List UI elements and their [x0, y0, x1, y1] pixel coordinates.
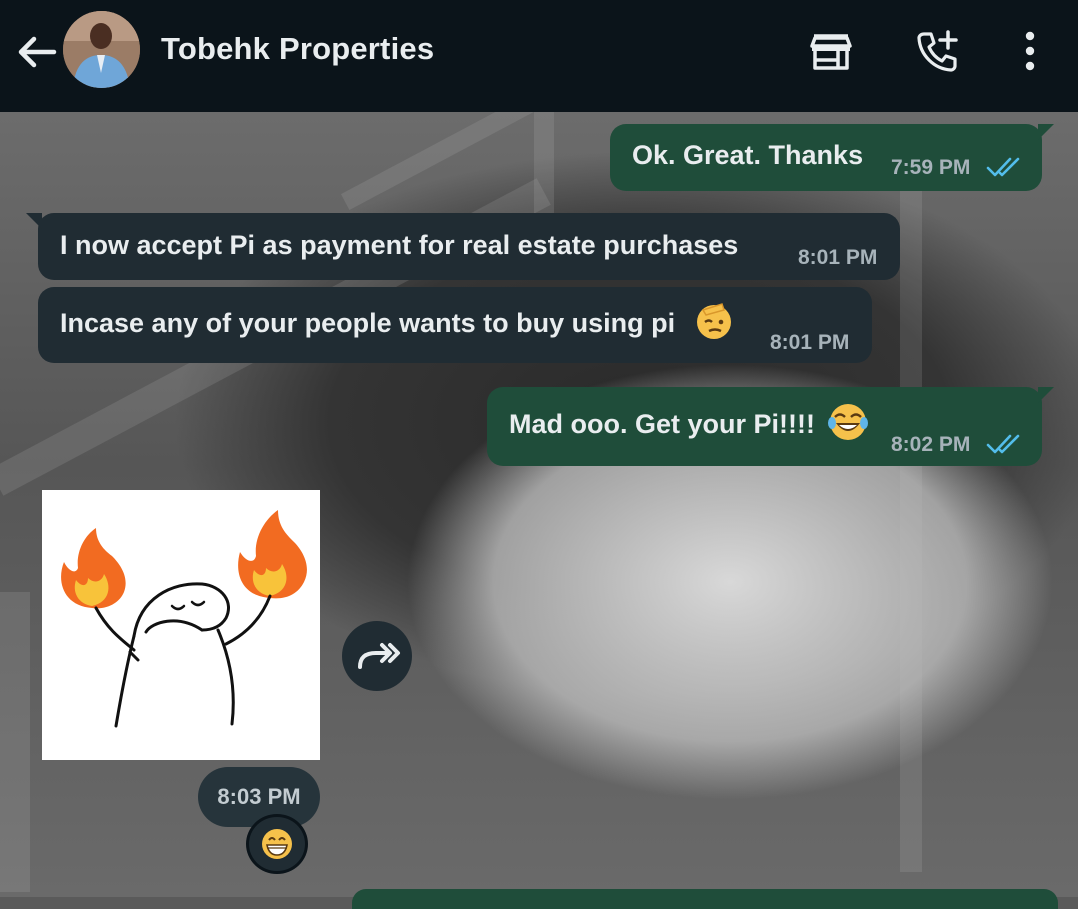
arrow-left-icon[interactable] [14, 30, 58, 74]
sticker-message[interactable] [42, 490, 320, 760]
read-receipt-icon [986, 434, 1020, 454]
more-vertical-icon[interactable] [1010, 28, 1050, 74]
flame-hands-sticker [61, 510, 307, 728]
chat-header: Tobehk Properties [0, 0, 1078, 112]
message-text: Mad ooo. Get your Pi!!!! [509, 409, 815, 439]
add-call-icon[interactable] [914, 28, 960, 74]
message-outgoing[interactable]: Mad ooo. Get your Pi!!!! 8:02 PM [487, 387, 1054, 466]
message-text: Ok. Great. Thanks [632, 140, 864, 170]
message-incoming[interactable]: I now accept Pi as payment for real esta… [26, 213, 900, 280]
message-time: 8:01 PM [798, 246, 878, 269]
salute-emoji-icon [697, 303, 731, 339]
grinning-emoji-icon [262, 829, 292, 859]
message-time: 7:59 PM [891, 156, 971, 179]
laughing-emoji-icon [828, 404, 868, 440]
message-time: 8:01 PM [770, 331, 850, 354]
message-incoming[interactable]: Incase any of your people wants to buy u… [38, 287, 872, 363]
message-outgoing-partial[interactable] [352, 889, 1058, 909]
read-receipt-icon [986, 157, 1020, 177]
message-outgoing[interactable]: Ok. Great. Thanks 7:59 PM [610, 124, 1054, 191]
contact-avatar[interactable] [63, 11, 140, 88]
avatar-image [63, 11, 140, 88]
message-reaction[interactable] [246, 814, 308, 874]
forward-button[interactable] [342, 621, 412, 691]
storefront-icon[interactable] [808, 28, 854, 74]
forward-icon [358, 643, 400, 669]
message-time: 8:02 PM [891, 433, 971, 456]
message-text: I now accept Pi as payment for real esta… [60, 230, 739, 260]
message-text: Incase any of your people wants to buy u… [60, 308, 676, 338]
contact-name[interactable]: Tobehk Properties [161, 31, 434, 67]
